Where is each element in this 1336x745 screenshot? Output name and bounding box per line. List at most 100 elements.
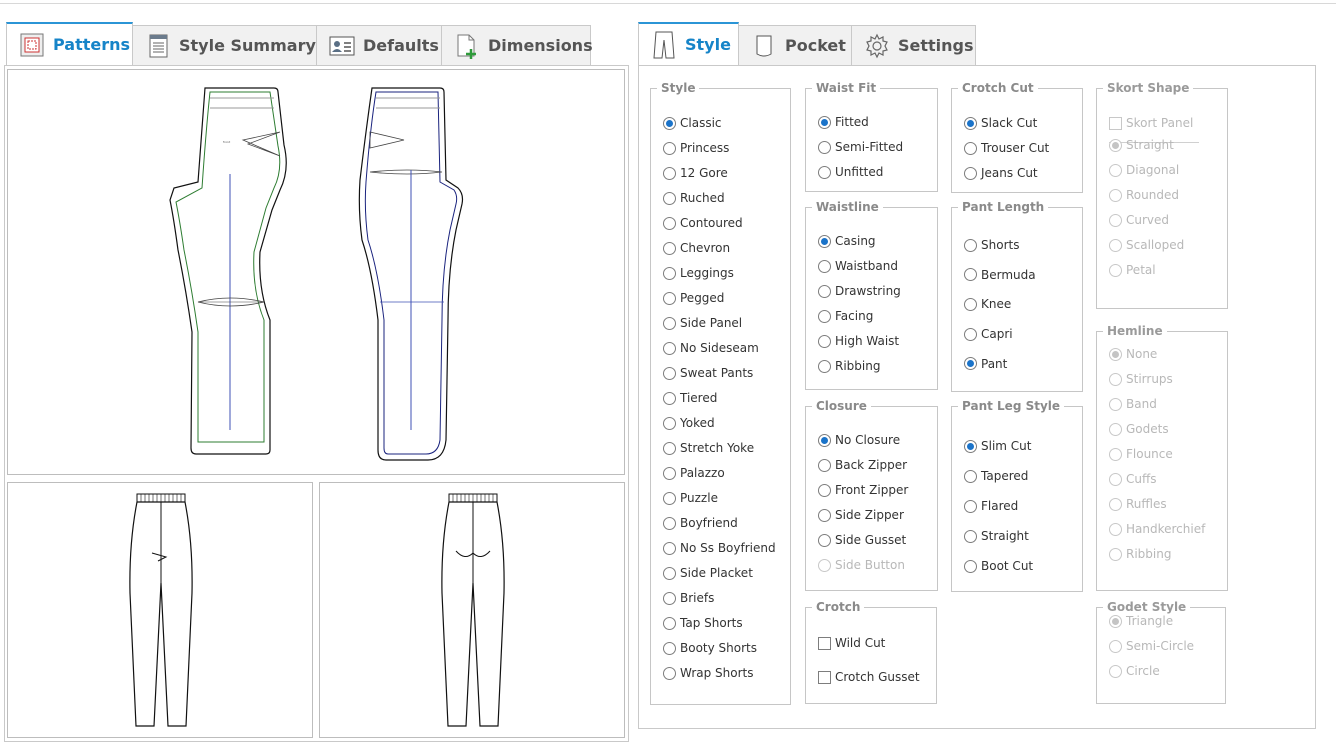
radio-option-wrap-shorts[interactable]: Wrap Shorts <box>663 666 754 680</box>
radio-option-straight[interactable]: Straight <box>964 529 1029 543</box>
radio-option-ruched[interactable]: Ruched <box>663 191 725 205</box>
radio-button[interactable] <box>663 441 676 455</box>
radio-option-facing[interactable]: Facing <box>818 309 873 323</box>
radio-button[interactable] <box>663 491 676 505</box>
checkbox[interactable] <box>818 636 831 650</box>
radio-option-capri[interactable]: Capri <box>964 327 1013 341</box>
radio-button[interactable] <box>964 116 977 130</box>
radio-option-yoked[interactable]: Yoked <box>663 416 715 430</box>
radio-option-boyfriend[interactable]: Boyfriend <box>663 516 738 530</box>
radio-option-pant[interactable]: Pant <box>964 357 1007 371</box>
radio-option-12-gore[interactable]: 12 Gore <box>663 166 728 180</box>
radio-button[interactable] <box>663 466 676 480</box>
radio-option-unfitted[interactable]: Unfitted <box>818 165 883 179</box>
radio-option-booty-shorts[interactable]: Booty Shorts <box>663 641 757 655</box>
radio-option-slack-cut[interactable]: Slack Cut <box>964 116 1037 130</box>
radio-button[interactable] <box>964 327 977 341</box>
radio-button[interactable] <box>964 439 977 453</box>
checkbox[interactable] <box>1109 116 1122 130</box>
radio-option-princess[interactable]: Princess <box>663 141 729 155</box>
tab-pocket[interactable]: Pocket <box>738 25 852 65</box>
radio-option-sweat-pants[interactable]: Sweat Pants <box>663 366 753 380</box>
radio-button[interactable] <box>818 533 831 547</box>
radio-option-leggings[interactable]: Leggings <box>663 266 734 280</box>
radio-option-tapered[interactable]: Tapered <box>964 469 1028 483</box>
radio-option-front-zipper[interactable]: Front Zipper <box>818 483 908 497</box>
radio-button[interactable] <box>663 291 676 305</box>
radio-button[interactable] <box>818 140 831 154</box>
radio-button[interactable] <box>663 641 676 655</box>
pattern-canvas[interactable]: front <box>7 69 625 475</box>
radio-button[interactable] <box>818 309 831 323</box>
radio-option-tiered[interactable]: Tiered <box>663 391 717 405</box>
radio-button[interactable] <box>663 616 676 630</box>
radio-button[interactable] <box>818 284 831 298</box>
radio-option-drawstring[interactable]: Drawstring <box>818 284 901 298</box>
radio-option-high-waist[interactable]: High Waist <box>818 334 899 348</box>
radio-button[interactable] <box>818 165 831 179</box>
radio-option-palazzo[interactable]: Palazzo <box>663 466 725 480</box>
radio-option-casing[interactable]: Casing <box>818 234 876 248</box>
radio-button[interactable] <box>663 566 676 580</box>
radio-button[interactable] <box>964 166 977 180</box>
radio-button[interactable] <box>663 366 676 380</box>
radio-option-pegged[interactable]: Pegged <box>663 291 724 305</box>
radio-option-flared[interactable]: Flared <box>964 499 1018 513</box>
radio-option-slim-cut[interactable]: Slim Cut <box>964 439 1031 453</box>
radio-button[interactable] <box>663 166 676 180</box>
radio-button[interactable] <box>818 115 831 129</box>
radio-button[interactable] <box>663 666 676 680</box>
tab-dimensions[interactable]: Dimensions <box>441 25 593 65</box>
radio-button[interactable] <box>663 316 676 330</box>
radio-button[interactable] <box>818 359 831 373</box>
tab-patterns[interactable]: Patterns <box>6 22 133 65</box>
radio-option-no-closure[interactable]: No Closure <box>818 433 900 447</box>
radio-button[interactable] <box>663 241 676 255</box>
radio-option-waistband[interactable]: Waistband <box>818 259 898 273</box>
radio-button[interactable] <box>964 529 977 543</box>
tab-defaults[interactable]: Defaults <box>316 25 442 65</box>
radio-button[interactable] <box>964 559 977 573</box>
checkbox[interactable] <box>818 670 831 684</box>
radio-button[interactable] <box>964 238 977 252</box>
tab-style[interactable]: Style <box>638 22 739 65</box>
wild-cut-checkbox[interactable]: Wild Cut <box>818 636 885 650</box>
radio-option-fitted[interactable]: Fitted <box>818 115 869 129</box>
radio-option-boot-cut[interactable]: Boot Cut <box>964 559 1033 573</box>
radio-button[interactable] <box>663 341 676 355</box>
radio-button[interactable] <box>818 234 831 248</box>
radio-button[interactable] <box>964 357 977 371</box>
radio-option-semi-fitted[interactable]: Semi-Fitted <box>818 140 903 154</box>
front-view-canvas[interactable] <box>7 482 313 738</box>
radio-option-knee[interactable]: Knee <box>964 297 1011 311</box>
radio-button[interactable] <box>964 499 977 513</box>
radio-button[interactable] <box>663 541 676 555</box>
radio-button[interactable] <box>663 391 676 405</box>
radio-option-ribbing[interactable]: Ribbing <box>818 359 880 373</box>
radio-option-back-zipper[interactable]: Back Zipper <box>818 458 907 472</box>
radio-option-side-placket[interactable]: Side Placket <box>663 566 753 580</box>
radio-button[interactable] <box>818 483 831 497</box>
radio-option-contoured[interactable]: Contoured <box>663 216 743 230</box>
skort-panel-checkbox[interactable]: Skort Panel <box>1109 116 1193 130</box>
radio-option-puzzle[interactable]: Puzzle <box>663 491 718 505</box>
radio-option-no-sideseam[interactable]: No Sideseam <box>663 341 759 355</box>
radio-button[interactable] <box>663 416 676 430</box>
back-view-canvas[interactable] <box>319 482 625 738</box>
radio-button[interactable] <box>818 458 831 472</box>
radio-button[interactable] <box>964 469 977 483</box>
radio-button[interactable] <box>818 508 831 522</box>
radio-option-stretch-yoke[interactable]: Stretch Yoke <box>663 441 754 455</box>
crotch-gusset-checkbox[interactable]: Crotch Gusset <box>818 670 920 684</box>
radio-button[interactable] <box>663 191 676 205</box>
radio-option-side-gusset[interactable]: Side Gusset <box>818 533 906 547</box>
radio-button[interactable] <box>663 516 676 530</box>
radio-button[interactable] <box>818 259 831 273</box>
radio-button[interactable] <box>663 216 676 230</box>
radio-button[interactable] <box>663 141 676 155</box>
radio-button[interactable] <box>663 116 676 130</box>
radio-option-trouser-cut[interactable]: Trouser Cut <box>964 141 1049 155</box>
tab-settings[interactable]: Settings <box>851 25 976 65</box>
radio-option-side-panel[interactable]: Side Panel <box>663 316 742 330</box>
radio-option-shorts[interactable]: Shorts <box>964 238 1019 252</box>
